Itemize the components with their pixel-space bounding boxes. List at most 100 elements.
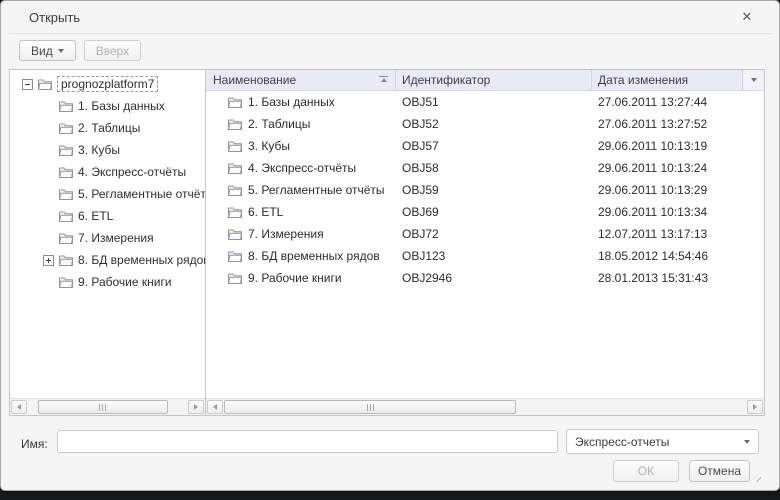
cell-date-modified: 27.06.2011 13:27:52 [592,117,764,131]
table-row[interactable]: 2. Таблицы OBJ52 27.06.2011 13:27:52 [206,113,764,135]
cell-date-modified: 28.01.2013 15:31:43 [592,271,764,285]
cell-name-label: 4. Экспресс-отчёты [248,161,356,175]
resize-grip-icon[interactable] [750,471,761,482]
view-button[interactable]: Вид [19,40,76,61]
expand-plus-icon[interactable] [43,255,54,266]
folder-icon [227,118,243,131]
dropdown-arrow-icon [751,78,757,82]
scrollbar-thumb[interactable] [224,400,516,414]
tree-item[interactable]: 2. Таблицы [10,117,205,139]
tree-item[interactable]: 5. Регламентные отчёты [10,183,205,205]
type-filter-value: Экспресс-отчеты [567,435,736,449]
tree-item-label: 4. Экспресс-отчёты [78,165,186,179]
cell-name: 8. БД временных рядов [206,249,396,263]
tree-item[interactable]: 9. Рабочие книги [10,271,205,293]
table-row[interactable]: 4. Экспресс-отчёты OBJ58 29.06.2011 10:1… [206,157,764,179]
scrollbar-track[interactable] [28,400,187,414]
tree-item-label: 8. БД временных рядов [78,253,205,267]
cell-identifier: OBJ51 [396,95,592,109]
tree-item[interactable]: 6. ETL [10,205,205,227]
folder-icon [58,254,74,267]
tree-item[interactable]: 7. Измерения [10,227,205,249]
table-row[interactable]: 5. Регламентные отчёты OBJ59 29.06.2011 … [206,179,764,201]
tree-item[interactable]: 8. БД временных рядов [10,249,205,271]
table-row[interactable]: 3. Кубы OBJ57 29.06.2011 10:13:19 [206,135,764,157]
table-row[interactable]: 7. Измерения OBJ72 12.07.2011 13:17:13 [206,223,764,245]
tree-item-label: 2. Таблицы [78,121,140,135]
name-input[interactable] [57,430,558,453]
scrollbar-thumb[interactable] [38,400,168,414]
table-row[interactable]: 8. БД временных рядов OBJ123 18.05.2012 … [206,245,764,267]
column-menu-button[interactable] [742,70,764,90]
tree-item-label: 1. Базы данных [78,99,165,113]
tree-horizontal-scrollbar[interactable] [10,398,205,415]
cell-date-modified: 29.06.2011 10:13:24 [592,161,764,175]
cell-name: 6. ETL [206,205,396,219]
cell-identifier: OBJ59 [396,183,592,197]
column-header-date[interactable]: Дата изменения [592,70,742,90]
table-row[interactable]: 1. Базы данных OBJ51 27.06.2011 13:27:44 [206,91,764,113]
cell-name-label: 1. Базы данных [248,95,335,109]
tree-item-label: 3. Кубы [78,143,120,157]
toolbar: Вид Вверх [19,40,141,61]
tree-item[interactable]: 3. Кубы [10,139,205,161]
collapse-minus-icon[interactable] [22,79,33,90]
tree-item[interactable]: 4. Экспресс-отчёты [10,161,205,183]
folder-icon [58,100,74,113]
up-button[interactable]: Вверх [84,40,141,61]
cell-name: 5. Регламентные отчёты [206,183,396,197]
folder-icon [58,232,74,245]
dialog-title: Открыть [29,10,80,25]
table-row[interactable]: 6. ETL OBJ69 29.06.2011 10:13:34 [206,201,764,223]
grid-horizontal-scrollbar[interactable] [206,398,764,415]
tree-panel-body: prognozplatform7 1 [10,70,205,398]
type-filter-select[interactable]: Экспресс-отчеты [566,429,759,454]
cell-name-label: 5. Регламентные отчёты [248,183,385,197]
column-header-name-label: Наименование [213,73,296,87]
cell-identifier: OBJ58 [396,161,592,175]
scroll-right-icon[interactable] [188,400,204,414]
tree-root-item[interactable]: prognozplatform7 [10,73,205,95]
view-button-label: Вид [31,44,53,58]
cell-name: 9. Рабочие книги [206,271,396,285]
folder-icon [227,206,243,219]
folder-icon [227,272,243,285]
tree-root-label: prognozplatform7 [57,76,158,92]
up-button-label: Вверх [96,44,129,58]
column-header-date-label: Дата изменения [598,73,688,87]
tree-item-label: 6. ETL [78,209,113,223]
folder-icon [58,188,74,201]
cancel-button[interactable]: Отмена [689,460,750,482]
folder-icon [227,162,243,175]
cell-identifier: OBJ57 [396,139,592,153]
name-label: Имя: [21,437,48,451]
tree-item[interactable]: 1. Базы данных [10,95,205,117]
sort-asc-icon [379,76,388,82]
scroll-left-icon[interactable] [11,400,27,414]
cell-date-modified: 29.06.2011 10:13:34 [592,205,764,219]
column-header-id[interactable]: Идентификатор [396,70,592,90]
ok-button[interactable]: ОК [613,460,679,482]
title-separator [9,33,771,34]
tree-item-label: 7. Измерения [78,231,154,245]
cell-name: 3. Кубы [206,139,396,153]
column-header-name[interactable]: Наименование [206,70,396,90]
scroll-right-icon[interactable] [747,400,763,414]
cell-name: 7. Измерения [206,227,396,241]
cell-date-modified: 29.06.2011 10:13:29 [592,183,764,197]
cell-name-label: 6. ETL [248,205,283,219]
folder-icon [227,96,243,109]
cell-date-modified: 18.05.2012 14:54:46 [592,249,764,263]
grid-panel: Наименование Идентификатор Дата изменени… [205,69,765,416]
cell-identifier: OBJ69 [396,205,592,219]
title-bar: Открыть ✕ [1,1,779,33]
folder-icon [227,228,243,241]
cell-name-label: 2. Таблицы [248,117,310,131]
cell-name-label: 9. Рабочие книги [248,271,342,285]
close-icon[interactable]: ✕ [738,8,756,26]
cell-name: 2. Таблицы [206,117,396,131]
scroll-left-icon[interactable] [207,400,223,414]
table-row[interactable]: 9. Рабочие книги OBJ2946 28.01.2013 15:3… [206,267,764,289]
scrollbar-track[interactable] [224,400,746,414]
cell-date-modified: 12.07.2011 13:17:13 [592,227,764,241]
